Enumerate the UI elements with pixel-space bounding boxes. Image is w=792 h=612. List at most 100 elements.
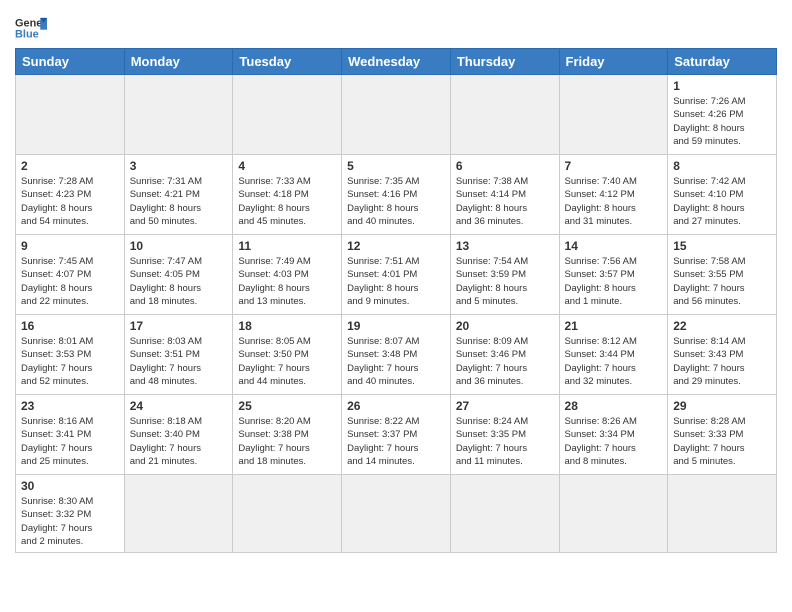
day-info-line: Daylight: 7 hours [238, 362, 336, 375]
calendar-cell: 11Sunrise: 7:49 AMSunset: 4:03 PMDayligh… [233, 235, 342, 315]
day-info-line: Sunset: 3:41 PM [21, 428, 119, 441]
calendar-cell: 20Sunrise: 8:09 AMSunset: 3:46 PMDayligh… [450, 315, 559, 395]
day-info-line: Daylight: 7 hours [673, 442, 771, 455]
day-header-thursday: Thursday [450, 49, 559, 75]
day-info-line: Sunrise: 8:03 AM [130, 335, 228, 348]
day-number: 3 [130, 159, 228, 173]
day-info-line: Sunset: 4:03 PM [238, 268, 336, 281]
calendar-cell: 15Sunrise: 7:58 AMSunset: 3:55 PMDayligh… [668, 235, 777, 315]
day-info-line: Sunset: 3:34 PM [565, 428, 663, 441]
day-info-line: Sunrise: 7:35 AM [347, 175, 445, 188]
calendar-cell: 30Sunrise: 8:30 AMSunset: 3:32 PMDayligh… [16, 475, 125, 553]
calendar-cell [450, 475, 559, 553]
day-info-line: Sunset: 3:35 PM [456, 428, 554, 441]
calendar: SundayMondayTuesdayWednesdayThursdayFrid… [15, 48, 777, 553]
day-number: 1 [673, 79, 771, 93]
calendar-cell [559, 75, 668, 155]
day-info-line: Sunrise: 7:51 AM [347, 255, 445, 268]
day-info-line: Daylight: 7 hours [456, 442, 554, 455]
day-info-line: Sunrise: 8:14 AM [673, 335, 771, 348]
day-info-line: Sunset: 3:44 PM [565, 348, 663, 361]
day-info-line: Daylight: 7 hours [673, 362, 771, 375]
day-info-line: Sunrise: 7:54 AM [456, 255, 554, 268]
day-info-line: Sunrise: 7:47 AM [130, 255, 228, 268]
day-number: 2 [21, 159, 119, 173]
day-info-line: Sunrise: 8:28 AM [673, 415, 771, 428]
day-info-line: and 52 minutes. [21, 375, 119, 388]
calendar-cell: 27 Sunrise: 8:24 AMSunset: 3:35 PMDayligh… [450, 395, 559, 475]
day-info-line: Sunset: 4:14 PM [456, 188, 554, 201]
day-info-line: Sunrise: 7:38 AM [456, 175, 554, 188]
day-info-line: Sunset: 3:57 PM [565, 268, 663, 281]
day-info-line: Sunset: 3:33 PM [673, 428, 771, 441]
day-number: 25 [238, 399, 336, 413]
calendar-cell: 14Sunrise: 7:56 AMSunset: 3:57 PMDayligh… [559, 235, 668, 315]
calendar-cell: 29Sunrise: 8:28 AMSunset: 3:33 PMDayligh… [668, 395, 777, 475]
calendar-cell: 12Sunrise: 7:51 AMSunset: 4:01 PMDayligh… [342, 235, 451, 315]
day-info-line: and 48 minutes. [130, 375, 228, 388]
day-number: 11 [238, 239, 336, 253]
day-info-line: and 21 minutes. [130, 455, 228, 468]
day-info-line: and 32 minutes. [565, 375, 663, 388]
day-info-line: Sunrise: 8:12 AM [565, 335, 663, 348]
day-info-line: and 40 minutes. [347, 215, 445, 228]
page-header: General Blue [15, 10, 777, 42]
day-number: 14 [565, 239, 663, 253]
day-header-saturday: Saturday [668, 49, 777, 75]
day-header-friday: Friday [559, 49, 668, 75]
day-number: 23 [21, 399, 119, 413]
day-info-line: Daylight: 7 hours [565, 442, 663, 455]
day-info-line: and 18 minutes. [238, 455, 336, 468]
days-header-row: SundayMondayTuesdayWednesdayThursdayFrid… [16, 49, 777, 75]
day-info-line: Sunset: 4:16 PM [347, 188, 445, 201]
day-number: 7 [565, 159, 663, 173]
calendar-cell [124, 75, 233, 155]
calendar-cell: 22Sunrise: 8:14 AMSunset: 3:43 PMDayligh… [668, 315, 777, 395]
day-info-line: Daylight: 8 hours [347, 282, 445, 295]
day-number: 17 [130, 319, 228, 333]
day-info-line: Sunset: 3:53 PM [21, 348, 119, 361]
day-info-line: Sunrise: 8:07 AM [347, 335, 445, 348]
day-info-line: Sunset: 4:26 PM [673, 108, 771, 121]
day-info-line: and 8 minutes. [565, 455, 663, 468]
day-info-line: and 5 minutes. [673, 455, 771, 468]
calendar-cell: 16Sunrise: 8:01 AMSunset: 3:53 PMDayligh… [16, 315, 125, 395]
day-info-line: Daylight: 7 hours [238, 442, 336, 455]
day-info-line: Daylight: 8 hours [673, 202, 771, 215]
day-info-line: and 50 minutes. [130, 215, 228, 228]
calendar-cell: 2Sunrise: 7:28 AMSunset: 4:23 PMDaylight… [16, 155, 125, 235]
week-row-2: 2Sunrise: 7:28 AMSunset: 4:23 PMDaylight… [16, 155, 777, 235]
calendar-cell [233, 475, 342, 553]
day-info-line: Sunrise: 7:42 AM [673, 175, 771, 188]
calendar-cell [124, 475, 233, 553]
day-number: 21 [565, 319, 663, 333]
day-header-wednesday: Wednesday [342, 49, 451, 75]
day-info-line: Sunset: 3:48 PM [347, 348, 445, 361]
day-info-line: Sunrise: 7:58 AM [673, 255, 771, 268]
day-number: 12 [347, 239, 445, 253]
day-info-line: and 1 minute. [565, 295, 663, 308]
day-info-line: Sunrise: 8:20 AM [238, 415, 336, 428]
day-info-line: Sunrise: 8:24 AM [456, 415, 554, 428]
day-info-line: Sunset: 3:59 PM [456, 268, 554, 281]
calendar-cell: 1Sunrise: 7:26 AMSunset: 4:26 PMDaylight… [668, 75, 777, 155]
day-info-line: Sunrise: 8:01 AM [21, 335, 119, 348]
day-info-line: and 29 minutes. [673, 375, 771, 388]
day-info-line: and 25 minutes. [21, 455, 119, 468]
day-info-line: and 11 minutes. [456, 455, 554, 468]
day-info-line: Sunrise: 7:56 AM [565, 255, 663, 268]
day-info-line: Sunrise: 7:33 AM [238, 175, 336, 188]
day-info-line: Daylight: 7 hours [130, 442, 228, 455]
day-info-line: Daylight: 8 hours [21, 202, 119, 215]
calendar-cell: 13Sunrise: 7:54 AMSunset: 3:59 PMDayligh… [450, 235, 559, 315]
day-info-line: Sunset: 3:50 PM [238, 348, 336, 361]
day-number: 27 [456, 399, 554, 413]
day-info-line: Daylight: 8 hours [130, 282, 228, 295]
calendar-cell: 7Sunrise: 7:40 AMSunset: 4:12 PMDaylight… [559, 155, 668, 235]
day-info-line: Sunrise: 7:31 AM [130, 175, 228, 188]
day-info-line: Sunset: 3:32 PM [21, 508, 119, 521]
week-row-1: 1Sunrise: 7:26 AMSunset: 4:26 PMDaylight… [16, 75, 777, 155]
day-info-line: Sunrise: 8:30 AM [21, 495, 119, 508]
calendar-cell: 18Sunrise: 8:05 AMSunset: 3:50 PMDayligh… [233, 315, 342, 395]
day-header-sunday: Sunday [16, 49, 125, 75]
